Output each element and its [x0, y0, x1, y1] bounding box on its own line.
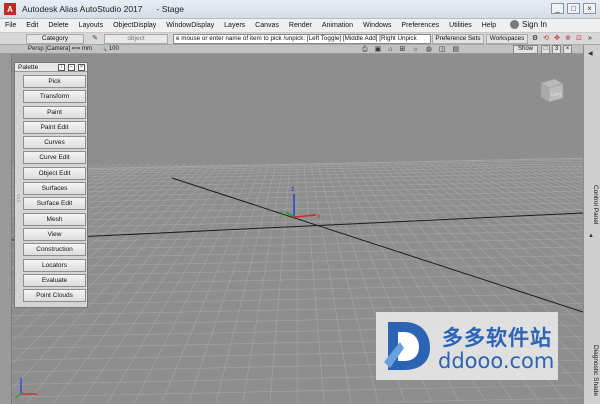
panel-expand-icon[interactable]: ▲ [588, 233, 594, 239]
print-icon[interactable]: ⎙ [362, 45, 368, 54]
title-bar: A Autodesk Alias AutoStudio 2017 - Stage… [0, 0, 600, 19]
viewport-close-button[interactable]: × [563, 45, 572, 54]
ddooo-logo [384, 322, 430, 370]
palette-header: Palette ↕ − × [15, 63, 87, 72]
preference-sets-button[interactable]: Preference Sets [432, 34, 484, 44]
menu-layers[interactable]: Layers [219, 22, 250, 29]
sign-in-label: Sign In [522, 20, 547, 29]
view-cube-face-label: LEFT [551, 92, 562, 97]
palette-tab-surface-edit[interactable]: Surface Edit [23, 197, 86, 211]
workspace-settings-icon[interactable]: ⚙ [530, 34, 540, 44]
corner-axis-triad [14, 378, 37, 399]
camera-label-text: Persp [Camera] ⟺ mm [28, 46, 92, 52]
viewport-camera-label[interactable]: Persp [Camera] ⟺ mm 🔍 100 [28, 45, 119, 54]
palette-tab-paint-edit[interactable]: Paint Edit [23, 120, 86, 134]
watermark-chinese-text: 多多软件站 [442, 326, 552, 350]
palette-tab-curves[interactable]: Curves [23, 136, 86, 150]
menu-windowdisplay[interactable]: WindowDisplay [161, 22, 219, 29]
workspaces-button[interactable]: Workspaces [486, 34, 528, 44]
light-icon[interactable]: ☼ [412, 45, 418, 54]
prompt-line[interactable]: e mouse or enter name of item to pick /u… [173, 34, 431, 44]
palette-tab-curve-edit[interactable]: Curve Edit [23, 151, 86, 165]
menu-render[interactable]: Render [284, 22, 317, 29]
diagnostic-shade-tab[interactable]: Diagnostic Shade [586, 345, 599, 396]
menu-layouts[interactable]: Layouts [74, 22, 109, 29]
sign-in-button[interactable]: Sign In [510, 20, 547, 29]
tool-palette: Palette ↕ − × Pick Transform Paint Paint… [14, 62, 88, 308]
right-side-panel: ◀ Control Panel ▲ Diagnostic Shade [583, 45, 600, 404]
palette-tab-mesh[interactable]: Mesh [23, 212, 86, 226]
magnify-icon: 🔍 [99, 46, 108, 52]
view-cube[interactable]: LEFT [537, 75, 567, 105]
user-icon [510, 20, 519, 29]
palette-tab-object-edit[interactable]: Object Edit [23, 166, 86, 180]
viewport-toolbar-icons: ⎙ ▣ ⌂ ⊞ ☼ ◍ ◫ ▤ [362, 45, 459, 54]
fit-view-icon[interactable]: ⊡ [574, 34, 584, 44]
menu-preferences[interactable]: Preferences [396, 22, 444, 29]
control-panel-tab[interactable]: Control Panel [586, 185, 599, 224]
palette-minimize-icon[interactable]: − [68, 64, 75, 71]
site-watermark: 多多软件站 ddooo.com [376, 312, 558, 380]
palette-tab-transform[interactable]: Transform [23, 90, 86, 104]
zoom-view-icon[interactable]: ⊕ [563, 34, 573, 44]
palette-tab-construction[interactable]: Construction [23, 243, 86, 257]
menu-utilities[interactable]: Utilities [444, 22, 477, 29]
pick-tool-icon[interactable]: ✎ [90, 34, 100, 44]
category-dropdown[interactable]: Category [26, 34, 84, 44]
zoom-value: 100 [108, 46, 119, 52]
palette-tab-paint[interactable]: Paint [23, 105, 86, 119]
camera-icon[interactable]: ⌂ [388, 45, 392, 54]
x-axis-label: x [317, 213, 321, 220]
palette-tab-evaluate[interactable]: Evaluate [23, 273, 86, 287]
palette-tab-locators[interactable]: Locators [23, 258, 86, 272]
palette-title: Palette [18, 64, 39, 71]
panel-collapse-icon[interactable]: ◀ [588, 50, 593, 57]
palette-close-icon[interactable]: × [78, 64, 85, 71]
pan-view-icon[interactable]: ✥ [552, 34, 562, 44]
palette-tab-surfaces[interactable]: Surfaces [23, 182, 86, 196]
menu-file[interactable]: File [0, 22, 21, 29]
left-dock-strip [0, 45, 12, 404]
minimize-button[interactable]: _ [551, 3, 564, 14]
menu-objectdisplay[interactable]: ObjectDisplay [108, 22, 161, 29]
menu-canvas[interactable]: Canvas [250, 22, 284, 29]
window-controls: _ □ × [551, 3, 596, 14]
palette-drag-handle[interactable] [16, 75, 21, 305]
menu-windows[interactable]: Windows [358, 22, 396, 29]
shade-icon[interactable]: ◍ [426, 45, 432, 54]
menu-animation[interactable]: Animation [317, 22, 358, 29]
palette-tab-point-clouds[interactable]: Point Clouds [23, 289, 86, 303]
z-axis-label: z [291, 186, 295, 193]
triad-y-line [14, 393, 22, 399]
menu-bar: File Edit Delete Layouts ObjectDisplay W… [0, 19, 600, 33]
object-field[interactable]: object [104, 34, 168, 44]
palette-tab-list: Pick Transform Paint Paint Edit Curves C… [23, 75, 86, 304]
show-button[interactable]: Show [513, 45, 538, 54]
menu-help[interactable]: Help [477, 22, 501, 29]
close-button[interactable]: × [583, 3, 596, 14]
palette-tab-view[interactable]: View [23, 227, 86, 241]
alias-app-icon: A [4, 3, 16, 15]
palette-dock-icon[interactable]: ↕ [58, 64, 65, 71]
menu-delete[interactable]: Delete [43, 22, 73, 29]
toolbar-more-icon[interactable]: » [585, 34, 595, 44]
render-icon[interactable]: ▣ [375, 45, 382, 54]
palette-tab-pick[interactable]: Pick [23, 75, 86, 88]
menu-edit[interactable]: Edit [21, 22, 43, 29]
viewport-header: Persp [Camera] ⟺ mm 🔍 100 ⎙ ▣ ⌂ ⊞ ☼ ◍ ◫ … [0, 45, 583, 54]
y-axis-label: y [280, 210, 284, 217]
layout-3-button[interactable]: 3 [552, 45, 561, 54]
display-icon[interactable]: ◫ [439, 45, 446, 54]
window-title: Autodesk Alias AutoStudio 2017 [22, 4, 143, 14]
view-options-icon[interactable]: ▤ [453, 45, 460, 54]
rotate-view-icon[interactable]: ⟲ [541, 34, 551, 44]
grid-icon[interactable]: ⊞ [399, 45, 405, 54]
shelf-toolbar: Category ✎ object e mouse or enter name … [0, 33, 600, 45]
document-title: - Stage [156, 4, 184, 14]
single-view-button[interactable]: □ [541, 45, 550, 54]
watermark-url: ddooo.com [438, 349, 555, 373]
maximize-button[interactable]: □ [567, 3, 580, 14]
